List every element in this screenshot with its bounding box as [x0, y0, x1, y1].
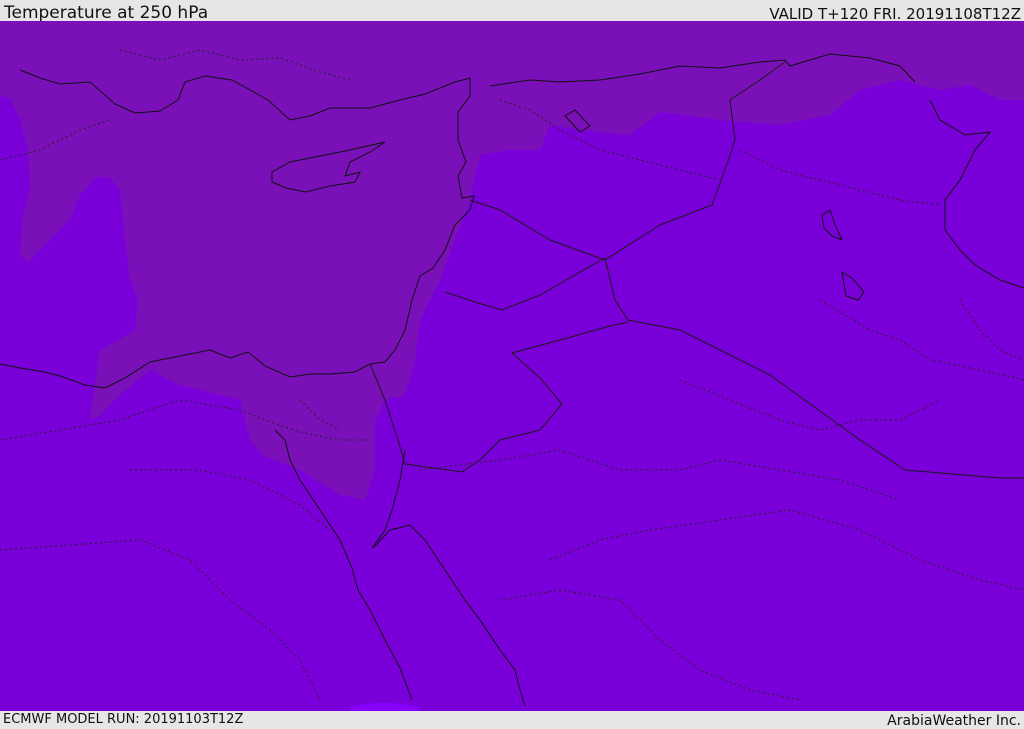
weather-map[interactable]	[0, 21, 1024, 711]
footer-bar: ECMWF MODEL RUN: 20191103T12Z ArabiaWeat…	[0, 711, 1024, 729]
credit-text: ArabiaWeather Inc.	[887, 713, 1021, 729]
model-run: ECMWF MODEL RUN: 20191103T12Z	[3, 712, 244, 727]
map-title: Temperature at 250 hPa	[4, 3, 209, 23]
header-bar: Temperature at 250 hPa VALID T+120 FRI. …	[0, 0, 1024, 23]
